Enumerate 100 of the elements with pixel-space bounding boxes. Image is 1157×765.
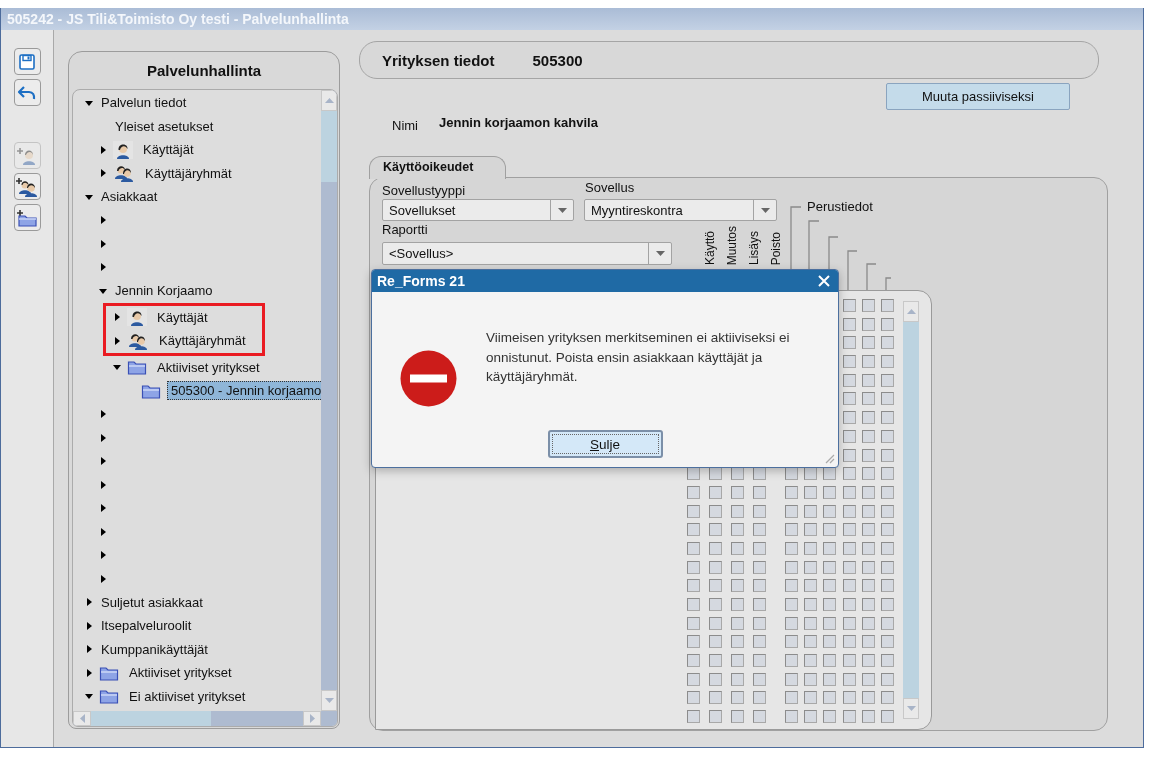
- checkbox[interactable]: [880, 560, 894, 574]
- checkbox[interactable]: [804, 598, 818, 611]
- caret-icon[interactable]: [557, 207, 567, 213]
- tree-item[interactable]: Käyttäjät: [139, 140, 198, 160]
- checkbox[interactable]: [687, 523, 700, 537]
- checkbox[interactable]: [753, 541, 766, 555]
- scroll-up-icon[interactable]: [324, 98, 334, 103]
- checkbox[interactable]: [804, 654, 818, 668]
- checkbox[interactable]: [785, 523, 798, 537]
- scroll-right-icon[interactable]: [309, 714, 315, 723]
- checkbox[interactable]: [880, 429, 894, 443]
- checkbox[interactable]: [753, 504, 766, 518]
- checkbox[interactable]: [861, 411, 875, 425]
- checkbox[interactable]: [709, 635, 722, 649]
- checkbox[interactable]: [804, 485, 818, 499]
- expand-arrow-icon[interactable]: [99, 410, 107, 419]
- checkbox[interactable]: [880, 485, 894, 499]
- checkbox[interactable]: [804, 579, 818, 593]
- expand-arrow-icon[interactable]: [85, 645, 93, 654]
- vertical-scrollbar[interactable]: [321, 90, 337, 711]
- checkbox[interactable]: [842, 691, 856, 705]
- checkbox[interactable]: [687, 579, 700, 593]
- checkbox[interactable]: [842, 635, 856, 649]
- close-button[interactable]: Sulje: [547, 430, 663, 458]
- checkbox[interactable]: [861, 616, 875, 630]
- tree-item[interactable]: Kumppanikäyttäjät: [97, 639, 212, 659]
- tree-item[interactable]: Palvelun tiedot: [97, 93, 191, 113]
- checkbox[interactable]: [823, 523, 837, 537]
- checkbox[interactable]: [753, 598, 766, 611]
- checkbox[interactable]: [842, 299, 856, 312]
- checkbox[interactable]: [880, 579, 894, 593]
- checkbox[interactable]: [687, 691, 700, 705]
- expand-arrow-icon[interactable]: [99, 239, 107, 248]
- checkbox[interactable]: [785, 579, 798, 593]
- checkbox[interactable]: [861, 541, 875, 555]
- scroll-left-icon[interactable]: [79, 714, 85, 723]
- checkbox[interactable]: [842, 317, 856, 331]
- checkbox[interactable]: [709, 616, 722, 630]
- checkbox[interactable]: [880, 710, 894, 724]
- checkbox[interactable]: [804, 523, 818, 537]
- checkbox[interactable]: [861, 635, 875, 649]
- checkbox[interactable]: [804, 672, 818, 686]
- checkbox[interactable]: [753, 485, 766, 499]
- checkbox[interactable]: [785, 672, 798, 686]
- tree-item[interactable]: Käyttäjäryhmät: [155, 331, 250, 351]
- checkbox[interactable]: [861, 560, 875, 574]
- checkbox[interactable]: [709, 560, 722, 574]
- checkbox[interactable]: [687, 541, 700, 555]
- checkbox[interactable]: [861, 691, 875, 705]
- tree-item[interactable]: Yleiset asetukset: [111, 116, 218, 136]
- checkbox[interactable]: [823, 541, 837, 555]
- checkbox[interactable]: [709, 672, 722, 686]
- checkbox[interactable]: [861, 504, 875, 518]
- checkbox[interactable]: [880, 691, 894, 705]
- checkbox[interactable]: [842, 541, 856, 555]
- checkbox[interactable]: [709, 485, 722, 499]
- checkbox[interactable]: [842, 654, 856, 668]
- checkbox[interactable]: [842, 467, 856, 481]
- checkbox[interactable]: [842, 616, 856, 630]
- checkbox[interactable]: [861, 299, 875, 312]
- checkbox[interactable]: [842, 579, 856, 593]
- checkbox[interactable]: [731, 691, 744, 705]
- checkbox[interactable]: [731, 541, 744, 555]
- checkbox[interactable]: [861, 373, 875, 387]
- checkbox[interactable]: [804, 504, 818, 518]
- checkbox[interactable]: [880, 355, 894, 369]
- scroll-down-icon[interactable]: [906, 706, 916, 711]
- checkbox[interactable]: [861, 485, 875, 499]
- checkbox[interactable]: [842, 429, 856, 443]
- checkbox[interactable]: [687, 560, 700, 574]
- checkbox[interactable]: [842, 355, 856, 369]
- checkbox[interactable]: [861, 448, 875, 462]
- checkbox[interactable]: [709, 598, 722, 611]
- checkbox[interactable]: [823, 710, 837, 724]
- checkbox[interactable]: [731, 598, 744, 611]
- checkbox[interactable]: [709, 691, 722, 705]
- checkbox[interactable]: [861, 467, 875, 481]
- checkbox[interactable]: [709, 541, 722, 555]
- collapse-arrow-icon[interactable]: [113, 363, 121, 372]
- checkbox[interactable]: [687, 616, 700, 630]
- checkbox[interactable]: [880, 317, 894, 331]
- checkbox[interactable]: [880, 336, 894, 350]
- checkbox[interactable]: [880, 467, 894, 481]
- expand-arrow-icon[interactable]: [85, 598, 93, 607]
- checkbox[interactable]: [731, 504, 744, 518]
- checkbox[interactable]: [753, 579, 766, 593]
- vertical-scrollbar[interactable]: [903, 301, 919, 719]
- checkbox[interactable]: [804, 541, 818, 555]
- tree-item[interactable]: Suljetut asiakkaat: [97, 592, 207, 612]
- caret-icon[interactable]: [655, 251, 665, 256]
- close-icon[interactable]: [818, 275, 830, 287]
- checkbox[interactable]: [785, 504, 798, 518]
- checkbox[interactable]: [804, 691, 818, 705]
- checkbox[interactable]: [687, 654, 700, 668]
- expand-arrow-icon[interactable]: [99, 216, 107, 225]
- tree-item[interactable]: Itsepalveluroolit: [97, 616, 196, 636]
- checkbox[interactable]: [842, 672, 856, 686]
- checkbox[interactable]: [731, 560, 744, 574]
- checkbox[interactable]: [804, 616, 818, 630]
- checkbox[interactable]: [880, 672, 894, 686]
